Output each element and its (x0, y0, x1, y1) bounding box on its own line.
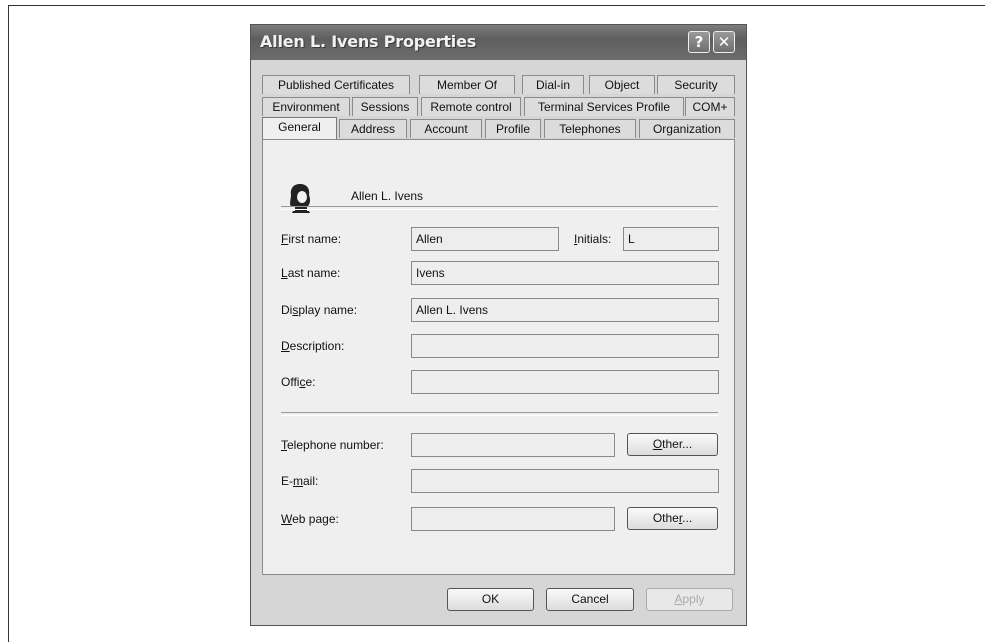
tab-terminal-services-profile[interactable]: Terminal Services Profile (524, 97, 684, 116)
tab-sessions[interactable]: Sessions (352, 97, 418, 116)
description-label: Description: (281, 339, 345, 353)
tab-object[interactable]: Object (589, 75, 655, 94)
title-bar[interactable]: Allen L. Ivens Properties ? ✕ (251, 25, 746, 60)
email-label: E-mail: (281, 474, 319, 488)
tab-profile[interactable]: Profile (485, 119, 541, 138)
tab-published-certificates[interactable]: Published Certificates (262, 75, 410, 94)
telephone-input[interactable] (411, 433, 615, 457)
telephone-other-button[interactable]: Other... (627, 433, 718, 456)
display-name-label: Display name: (281, 303, 358, 317)
last-name-label: Last name: (281, 266, 341, 280)
cancel-button[interactable]: Cancel (546, 588, 634, 611)
close-button[interactable]: ✕ (713, 31, 735, 53)
tab-telephones[interactable]: Telephones (544, 119, 636, 138)
tab-environment[interactable]: Environment (262, 97, 350, 116)
separator-top (281, 206, 718, 210)
telephone-label: Telephone number: (281, 438, 384, 452)
tab-remote-control[interactable]: Remote control (421, 97, 521, 116)
window-title: Allen L. Ivens Properties (260, 32, 477, 51)
tab-com-plus[interactable]: COM+ (685, 97, 735, 116)
description-input[interactable] (411, 334, 719, 358)
tab-member-of[interactable]: Member Of (419, 75, 515, 94)
office-label: Office: (281, 375, 316, 389)
tab-dial-in[interactable]: Dial-in (522, 75, 584, 94)
web-page-input[interactable] (411, 507, 615, 531)
web-page-other-button[interactable]: Other... (627, 507, 718, 530)
ok-button[interactable]: OK (447, 588, 534, 611)
tab-address[interactable]: Address (339, 119, 407, 138)
separator-bottom (281, 412, 718, 416)
tab-account[interactable]: Account (410, 119, 482, 138)
display-name-input[interactable]: Allen L. Ivens (411, 298, 719, 322)
apply-button[interactable]: Apply (646, 588, 733, 611)
web-page-label: Web page: (281, 512, 339, 526)
tab-general[interactable]: General (262, 117, 337, 139)
user-display-header: Allen L. Ivens (351, 189, 424, 203)
initials-label: Initials: (574, 232, 612, 246)
tab-security[interactable]: Security (657, 75, 735, 94)
first-name-input[interactable]: Allen (411, 227, 559, 251)
email-input[interactable] (411, 469, 719, 493)
initials-input[interactable]: L (623, 227, 719, 251)
help-button[interactable]: ? (688, 31, 710, 53)
last-name-input[interactable]: Ivens (411, 261, 719, 285)
office-input[interactable] (411, 370, 719, 394)
tab-organization[interactable]: Organization (639, 119, 735, 138)
properties-dialog: Allen L. Ivens Properties ? ✕ Published … (250, 24, 747, 626)
first-name-label: First name: (281, 232, 342, 246)
